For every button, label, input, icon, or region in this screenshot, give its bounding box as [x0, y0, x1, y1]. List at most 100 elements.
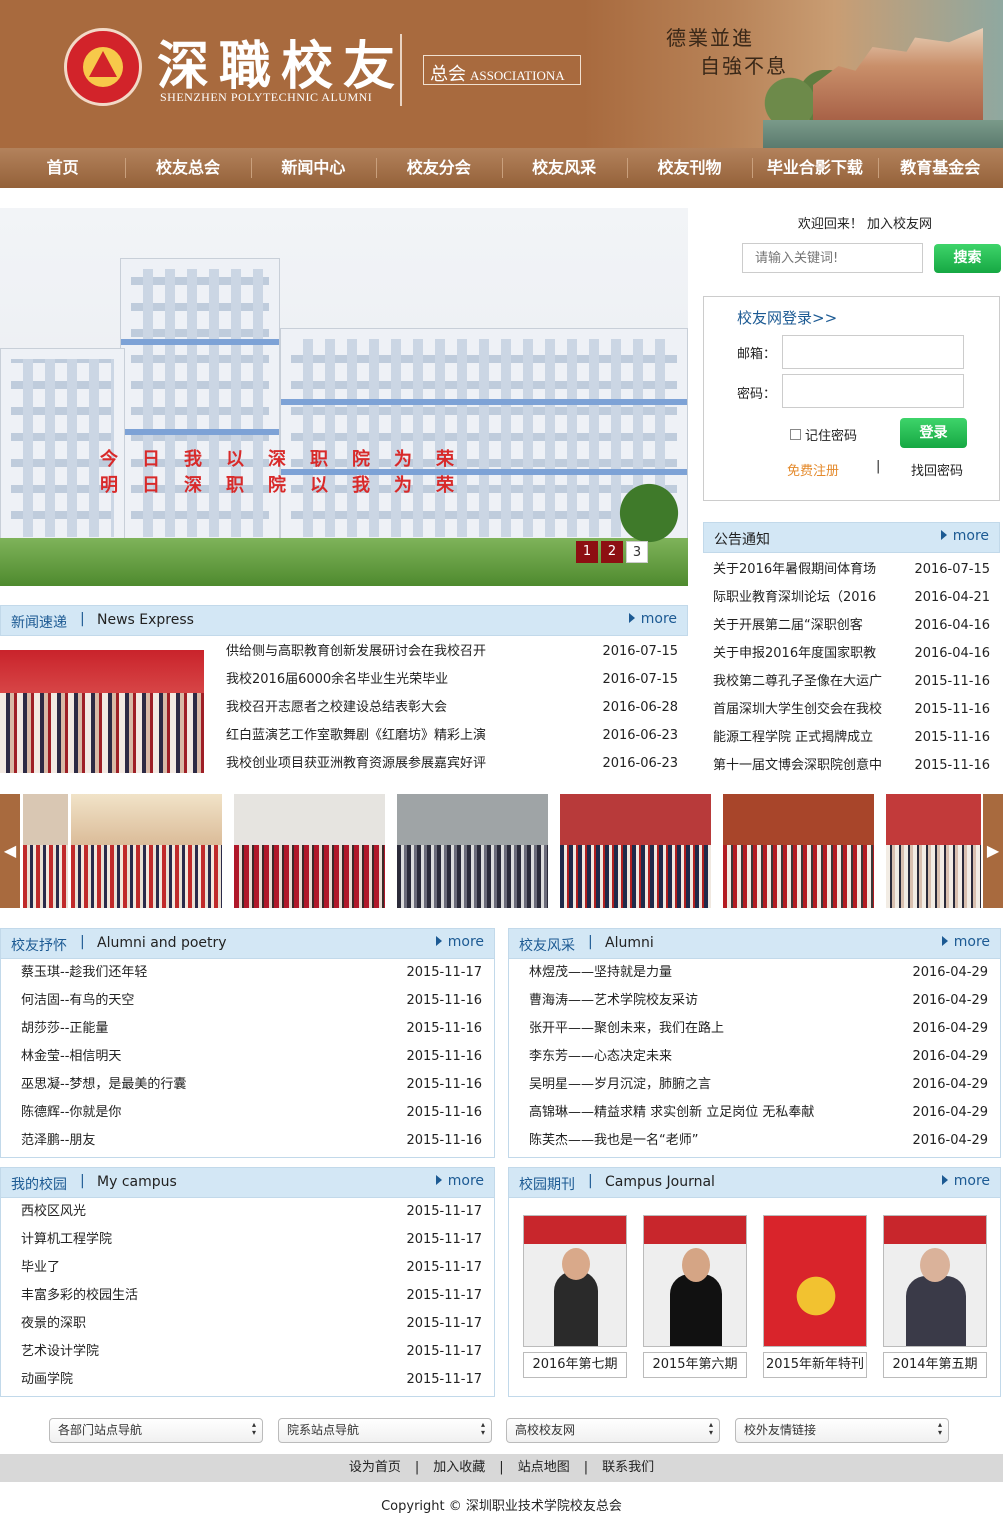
gallery-next-arrow-icon[interactable]: ▶	[983, 794, 1003, 908]
list-item[interactable]: 巫思凝--梦想，是最美的行囊 2015-11-16	[11, 1071, 482, 1099]
news-item-title[interactable]: 我校召开志愿者之校建设总结表彰大会	[226, 694, 447, 722]
campus-item-title[interactable]: 毕业了	[21, 1254, 60, 1282]
department-nav-select[interactable]: 各部门站点导航	[49, 1418, 263, 1443]
notice-item-title[interactable]: 关于开展第二届“深职创客	[713, 612, 863, 640]
campus-more-link[interactable]: more	[436, 1173, 484, 1189]
journal-caption[interactable]: 2015年第六期	[643, 1352, 747, 1378]
gallery-photo[interactable]	[70, 794, 222, 908]
list-item[interactable]: 丰富多彩的校园生活 2015-11-17	[11, 1282, 482, 1310]
add-bookmark-link[interactable]: 加入收藏	[433, 1460, 485, 1475]
nav-home[interactable]: 首页	[0, 148, 125, 188]
journal-item[interactable]: 2015年新年特刊	[763, 1215, 867, 1378]
campus-item-title[interactable]: 西校区风光	[21, 1198, 86, 1226]
list-item[interactable]: 第十一届文博会深职院创意中 2015-11-16	[703, 752, 990, 780]
list-item[interactable]: 李东芳——心态决定未来 2016-04-29	[519, 1043, 988, 1071]
login-button[interactable]: 登录	[900, 418, 967, 448]
gallery-prev-arrow-icon[interactable]: ◀	[0, 794, 20, 908]
news-item-title[interactable]: 供给侧与高职教育创新发展研讨会在我校召开	[226, 638, 486, 666]
list-item[interactable]: 吴明星——岁月沉淀，肺腑之言 2016-04-29	[519, 1071, 988, 1099]
slider-page-2[interactable]: 2	[601, 541, 623, 563]
gallery-photo[interactable]	[885, 794, 981, 908]
poetry-item-title[interactable]: 蔡玉琪--趁我们还年轻	[21, 959, 147, 987]
campus-item-title[interactable]: 计算机工程学院	[21, 1226, 112, 1254]
poetry-more-link[interactable]: more	[436, 934, 484, 950]
journal-caption[interactable]: 2016年第七期	[523, 1352, 627, 1378]
news-thumbnail[interactable]	[0, 650, 204, 773]
news-item-title[interactable]: 我校创业项目获亚洲教育资源展参展嘉宾好评	[226, 750, 486, 778]
alumni-item-title[interactable]: 林煜茂——坚持就是力量	[529, 959, 672, 987]
alumni-item-title[interactable]: 陈芙杰——我也是一名“老师”	[529, 1127, 698, 1155]
remember-checkbox[interactable]	[790, 429, 801, 440]
journal-cover[interactable]	[883, 1215, 987, 1347]
journal-caption[interactable]: 2015年新年特刊	[763, 1352, 867, 1378]
alumni-item-title[interactable]: 张开平——聚创未来，我们在路上	[529, 1015, 724, 1043]
gallery-photo[interactable]	[722, 794, 874, 908]
list-item[interactable]: 夜景的深职 2015-11-17	[11, 1310, 482, 1338]
nav-alumni-association[interactable]: 校友总会	[125, 148, 250, 188]
alumni-item-title[interactable]: 吴明星——岁月沉淀，肺腑之言	[529, 1071, 711, 1099]
remember-password[interactable]: 记住密码	[790, 425, 857, 444]
news-item-title[interactable]: 我校2016届6000余名毕业生光荣毕业	[226, 666, 448, 694]
news-item-title[interactable]: 红白蓝演艺工作室歌舞剧《红磨坊》精彩上演	[226, 722, 486, 750]
nav-alumni-style[interactable]: 校友风采	[501, 148, 627, 188]
email-field[interactable]	[782, 335, 964, 369]
nav-education-foundation[interactable]: 教育基金会	[877, 148, 1003, 188]
gallery-photo[interactable]	[396, 794, 548, 908]
journal-caption[interactable]: 2014年第五期	[883, 1352, 987, 1378]
nav-news-center[interactable]: 新闻中心	[250, 148, 376, 188]
news-more-link[interactable]: more	[629, 611, 677, 627]
notice-item-title[interactable]: 关于申报2016年度国家职教	[713, 640, 876, 668]
journal-more-link[interactable]: more	[942, 1173, 990, 1189]
alumni-more-link[interactable]: more	[942, 934, 990, 950]
slider-page-3[interactable]: 3	[626, 541, 648, 563]
faculty-nav-select[interactable]: 院系站点导航	[278, 1418, 492, 1443]
list-item[interactable]: 动画学院 2015-11-17	[11, 1366, 482, 1394]
list-item[interactable]: 毕业了 2015-11-17	[11, 1254, 482, 1282]
alumni-item-title[interactable]: 曹海涛——艺术学院校友采访	[529, 987, 698, 1015]
poetry-item-title[interactable]: 范泽鹏--朋友	[21, 1127, 95, 1155]
journal-cover[interactable]	[643, 1215, 747, 1347]
alumni-item-title[interactable]: 李东芳——心态决定未来	[529, 1043, 672, 1071]
list-item[interactable]: 供给侧与高职教育创新发展研讨会在我校召开 2016-07-15	[216, 638, 678, 666]
list-item[interactable]: 我校第二尊孔子圣像在大运广 2015-11-16	[703, 668, 990, 696]
poetry-item-title[interactable]: 胡莎莎--正能量	[21, 1015, 108, 1043]
list-item[interactable]: 高锦琳——精益求精 求实创新 立足岗位 无私奉献 2016-04-29	[519, 1099, 988, 1127]
nav-alumni-publications[interactable]: 校友刊物	[626, 148, 752, 188]
set-homepage-link[interactable]: 设为首页	[349, 1460, 401, 1475]
list-item[interactable]: 蔡玉琪--趁我们还年轻 2015-11-17	[11, 959, 482, 987]
campus-item-title[interactable]: 动画学院	[21, 1366, 73, 1394]
campus-item-title[interactable]: 丰富多彩的校园生活	[21, 1282, 138, 1310]
journal-cover[interactable]	[763, 1215, 867, 1347]
list-item[interactable]: 计算机工程学院 2015-11-17	[11, 1226, 482, 1254]
university-alumni-select[interactable]: 高校校友网	[506, 1418, 720, 1443]
notice-item-title[interactable]: 首届深圳大学生创交会在我校	[713, 696, 882, 724]
list-item[interactable]: 关于申报2016年度国家职教 2016-04-16	[703, 640, 990, 668]
list-item[interactable]: 能源工程学院 正式揭牌成立 2015-11-16	[703, 724, 990, 752]
poetry-item-title[interactable]: 林金莹--相信明天	[21, 1043, 121, 1071]
list-item[interactable]: 张开平——聚创未来，我们在路上 2016-04-29	[519, 1015, 988, 1043]
notice-more-link[interactable]: more	[941, 528, 989, 544]
external-links-select[interactable]: 校外友情链接	[735, 1418, 949, 1443]
slider-page-1[interactable]: 1	[576, 541, 598, 563]
search-button[interactable]: 搜索	[934, 244, 1001, 273]
login-title[interactable]: 校友网登录>>	[737, 307, 837, 328]
gallery-photo[interactable]	[22, 794, 68, 908]
forgot-password-link[interactable]: 找回密码	[911, 460, 963, 479]
list-item[interactable]: 际职业教育深圳论坛（2016 2016-04-21	[703, 584, 990, 612]
list-item[interactable]: 陈德辉--你就是你 2015-11-16	[11, 1099, 482, 1127]
campus-item-title[interactable]: 夜景的深职	[21, 1310, 86, 1338]
gallery-photo[interactable]	[559, 794, 711, 908]
poetry-item-title[interactable]: 何洁固--有鸟的天空	[21, 987, 134, 1015]
search-input[interactable]	[742, 243, 923, 273]
notice-item-title[interactable]: 能源工程学院 正式揭牌成立	[713, 724, 873, 752]
list-item[interactable]: 林金莹--相信明天 2015-11-16	[11, 1043, 482, 1071]
register-link[interactable]: 免费注册	[787, 460, 839, 479]
password-field[interactable]	[782, 374, 964, 408]
journal-cover[interactable]	[523, 1215, 627, 1347]
journal-item[interactable]: 2015年第六期	[643, 1215, 747, 1378]
list-item[interactable]: 我校召开志愿者之校建设总结表彰大会 2016-06-28	[216, 694, 678, 722]
list-item[interactable]: 我校创业项目获亚洲教育资源展参展嘉宾好评 2016-06-23	[216, 750, 678, 778]
list-item[interactable]: 曹海涛——艺术学院校友采访 2016-04-29	[519, 987, 988, 1015]
notice-item-title[interactable]: 关于2016年暑假期间体育场	[713, 556, 876, 584]
list-item[interactable]: 范泽鹏--朋友 2015-11-16	[11, 1127, 482, 1155]
